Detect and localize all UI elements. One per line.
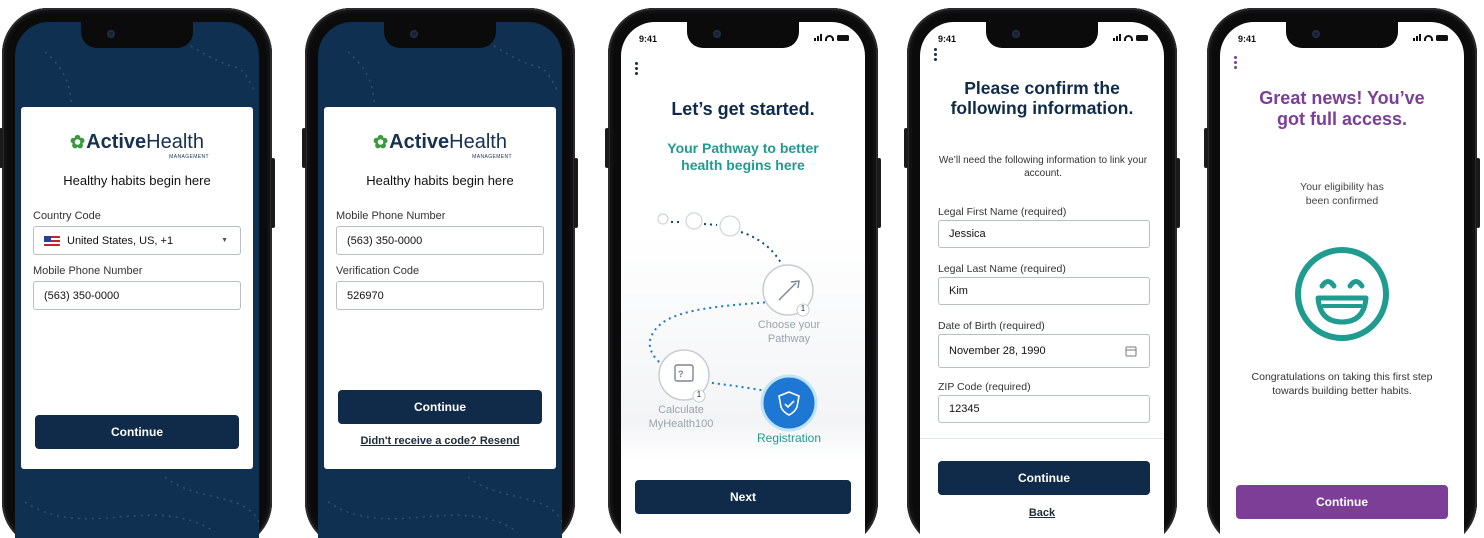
phone-notch [384,22,496,48]
logo-suffix: Health [449,131,507,153]
battery-icon [837,34,849,41]
signal-icon [1113,34,1121,41]
footer-divider [920,438,1164,439]
login-card: ✿ActiveHealth MANAGEMENT Healthy habits … [21,107,253,469]
congrats-text: Congratulations on taking this first ste… [1251,371,1433,397]
verification-code-input[interactable]: 526970 [336,281,544,310]
zip-value: 12345 [949,403,980,415]
first-name-label: Legal First Name (required) [938,206,1067,218]
status-bar: 9:41 [1234,30,1450,44]
last-name-label: Legal Last Name (required) [938,263,1066,275]
phone-number-input[interactable]: (563) 350-0000 [336,226,544,255]
signal-icon [814,34,822,41]
step-choose-pathway[interactable]: Choose your Pathway [749,318,829,346]
phone-notch [81,22,193,48]
first-name-value: Jessica [949,228,986,240]
step-calculate[interactable]: Calculate MyHealth100 [641,403,721,431]
status-icons [1113,34,1148,41]
signal-icon [1413,34,1421,41]
phone-number-value: (563) 350-0000 [44,289,120,302]
first-name-input[interactable]: Jessica [938,220,1150,248]
continue-button[interactable]: Continue [35,415,239,449]
phone-screen-2: ✿ActiveHealth MANAGEMENT Healthy habits … [318,22,562,538]
dob-value: November 28, 1990 [949,345,1046,357]
logo-sub: MANAGEMENT [169,154,209,160]
page-title: Please confirm the following information… [950,78,1134,118]
phone-screen-4: 9:41 Please confirm the following inform… [920,22,1164,538]
chevron-down-icon: ▼ [221,237,228,244]
zip-input[interactable]: 12345 [938,395,1150,423]
smiley-face-icon [1295,247,1389,341]
phone-number-label: Mobile Phone Number [33,265,143,277]
phone-frame-3: 9:41 Let’s get started. Your Pathway to … [605,8,881,538]
wifi-icon [825,34,834,41]
country-code-select[interactable]: United States, US, +1 ▼ [33,226,241,255]
status-bar: 9:41 [934,30,1150,44]
status-time: 9:41 [639,34,658,44]
country-code-value: United States, US, +1 [67,234,174,247]
verification-code-value: 526970 [347,289,384,302]
page-subtitle: Your Pathway to better health begins her… [667,140,819,173]
logo-leaf-icon: ✿ [373,132,389,152]
wifi-icon [1424,34,1433,41]
status-time: 9:41 [1238,34,1257,44]
dob-label: Date of Birth (required) [938,320,1045,332]
phone-frame-1: ✿ActiveHealth MANAGEMENT Healthy habits … [0,8,275,538]
step-registration[interactable]: Registration [739,431,839,445]
confirm-form: Legal First Name (required) Jessica Lega… [938,206,1150,433]
verification-card: ✿ActiveHealth MANAGEMENT Healthy habits … [324,107,556,469]
more-menu-icon[interactable] [934,48,938,63]
phone-frame-4: 9:41 Please confirm the following inform… [904,8,1180,538]
continue-button[interactable]: Continue [938,461,1150,495]
page-title: Great news! You’ve got full access. [1259,88,1425,129]
next-button[interactable]: Next [635,480,851,514]
intro-text: We’ll need the following information to … [938,155,1148,179]
activehealth-logo: ✿ActiveHealth MANAGEMENT [336,131,544,165]
status-icons [814,34,849,41]
eligibility-text: Your eligibility has been confirmed [1300,181,1384,207]
tagline: Healthy habits begin here [63,173,211,188]
logo-leaf-icon: ✿ [70,132,86,152]
tagline: Healthy habits begin here [366,173,514,188]
more-menu-icon[interactable] [635,62,639,77]
step-badge-calc: 1 [696,390,702,399]
more-menu-icon[interactable] [1234,56,1238,71]
activehealth-logo: ✿ActiveHealth MANAGEMENT [33,131,241,165]
phone-screen-3: 9:41 Let’s get started. Your Pathway to … [621,22,865,538]
battery-icon [1136,34,1148,41]
calendar-icon[interactable] [1125,345,1137,357]
status-bar: 9:41 [635,30,851,44]
phone-number-label: Mobile Phone Number [336,210,446,222]
question-icon: ? [678,369,684,379]
back-link[interactable]: Back [920,507,1164,519]
phone-frame-2: ✿ActiveHealth MANAGEMENT Healthy habits … [302,8,578,538]
phone-frame-5: 9:41 Great news! You’ve got full access.… [1204,8,1480,538]
zip-label: ZIP Code (required) [938,381,1031,393]
step-badge-choose: 1 [800,304,806,313]
resend-code-link[interactable]: Didn't receive a code? Resend [324,435,556,447]
us-flag-icon [44,235,60,246]
logo-prefix: Active [389,131,450,153]
verification-code-label: Verification Code [336,265,420,277]
status-icons [1413,34,1448,41]
country-code-label: Country Code [33,210,101,222]
logo-sub: MANAGEMENT [472,154,512,160]
status-time: 9:41 [938,34,957,44]
continue-button[interactable]: Continue [338,390,542,424]
phone-screen-1: ✿ActiveHealth MANAGEMENT Healthy habits … [15,22,259,538]
phone-number-value: (563) 350-0000 [347,234,423,247]
dob-input[interactable]: November 28, 1990 [938,334,1150,368]
wifi-icon [1124,34,1133,41]
phone-number-input[interactable]: (563) 350-0000 [33,281,241,310]
logo-suffix: Health [146,131,204,153]
battery-icon [1436,34,1448,41]
page-title: Let’s get started. [671,99,815,119]
logo-prefix: Active [86,131,147,153]
phone-screen-5: 9:41 Great news! You’ve got full access.… [1220,22,1464,538]
continue-button[interactable]: Continue [1236,485,1448,519]
last-name-input[interactable]: Kim [938,277,1150,305]
last-name-value: Kim [949,285,968,297]
